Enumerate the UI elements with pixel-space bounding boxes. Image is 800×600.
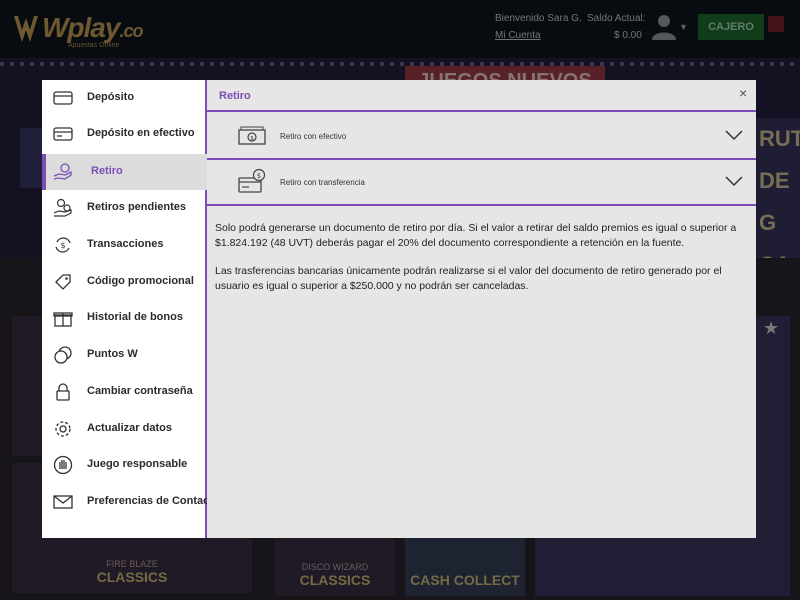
option-retiro-efectivo[interactable]: $ Retiro con efectivo bbox=[207, 114, 756, 160]
sidebar-item-label: Depósito en efectivo bbox=[87, 127, 195, 139]
sidebar-item-puntos-w[interactable]: Puntos W bbox=[42, 337, 207, 373]
sidebar-item-preferencias-contacto[interactable]: Preferencias de Contacto bbox=[42, 484, 220, 520]
sidebar-item-label: Juego responsable bbox=[87, 458, 188, 470]
chevron-down-icon[interactable] bbox=[725, 174, 743, 188]
svg-text:$: $ bbox=[250, 135, 254, 142]
sidebar-item-retiro[interactable]: Retiro bbox=[42, 154, 207, 190]
sidebar-item-label: Puntos W bbox=[87, 348, 138, 360]
sidebar-item-transacciones[interactable]: $ Transacciones bbox=[42, 227, 207, 263]
account-modal: Depósito Depósito en efectivo Retiro Ret… bbox=[42, 80, 756, 538]
page-title: Retiro bbox=[219, 90, 251, 102]
sidebar-item-label: Depósito bbox=[87, 91, 135, 103]
sidebar-item-label: Código promocional bbox=[87, 275, 194, 287]
option-label: Retiro con efectivo bbox=[280, 132, 347, 141]
sidebar-item-actualizar-datos[interactable]: Actualizar datos bbox=[42, 411, 207, 447]
card-icon bbox=[53, 91, 73, 105]
hand-coin-icon bbox=[53, 163, 72, 180]
close-icon[interactable]: × bbox=[739, 85, 747, 101]
chevron-down-icon[interactable] bbox=[725, 128, 743, 142]
option-label: Retiro con transferencia bbox=[280, 178, 365, 187]
tag-icon bbox=[55, 274, 71, 290]
withdrawal-limit-notice: Solo podrá generarse un documento de ret… bbox=[215, 222, 737, 249]
sidebar-item-label: Cambiar contraseña bbox=[87, 385, 193, 397]
sidebar-item-juego-responsable[interactable]: Juego responsable bbox=[42, 447, 207, 483]
cash-card-icon bbox=[53, 127, 73, 141]
svg-text:$: $ bbox=[257, 172, 261, 180]
account-sidebar: Depósito Depósito en efectivo Retiro Ret… bbox=[42, 80, 220, 538]
sidebar-item-retiros-pendientes[interactable]: Retiros pendientes bbox=[42, 190, 207, 226]
lock-icon bbox=[56, 383, 70, 401]
cash-bill-icon: $ bbox=[238, 126, 266, 145]
gear-icon bbox=[55, 421, 71, 437]
panel-header: Retiro × bbox=[207, 80, 756, 112]
envelope-icon bbox=[53, 495, 73, 509]
bank-transfer-notice: Las trasferencias bancarias únicamente p… bbox=[215, 265, 722, 292]
gift-icon bbox=[53, 312, 73, 327]
sidebar-item-label: Retiro bbox=[91, 165, 123, 177]
sidebar-item-deposito-efectivo[interactable]: Depósito en efectivo bbox=[42, 116, 207, 152]
transactions-icon: $ bbox=[55, 237, 71, 253]
sidebar-item-label: Preferencias de Contacto bbox=[87, 495, 220, 507]
sidebar-item-label: Actualizar datos bbox=[87, 422, 172, 434]
sidebar-item-label: Retiros pendientes bbox=[87, 201, 187, 213]
sidebar-item-cambiar-contrasena[interactable]: Cambiar contraseña bbox=[42, 374, 207, 410]
hand-stop-icon bbox=[53, 455, 73, 475]
sidebar-item-historial-bonos[interactable]: Historial de bonos bbox=[42, 300, 207, 336]
sidebar-item-deposito[interactable]: Depósito bbox=[42, 80, 207, 116]
retiro-panel: Retiro × $ Retiro con efectivo $ Retiro … bbox=[207, 80, 756, 538]
coins-icon bbox=[54, 346, 72, 364]
pending-coins-icon bbox=[53, 198, 72, 217]
bank-transfer-icon: $ bbox=[238, 168, 266, 193]
option-retiro-transferencia[interactable]: $ Retiro con transferencia bbox=[207, 160, 756, 206]
sidebar-item-codigo-promocional[interactable]: Código promocional bbox=[42, 264, 207, 300]
sidebar-item-label: Transacciones bbox=[87, 238, 164, 250]
svg-text:$: $ bbox=[60, 241, 65, 250]
sidebar-item-label: Historial de bonos bbox=[87, 311, 183, 323]
